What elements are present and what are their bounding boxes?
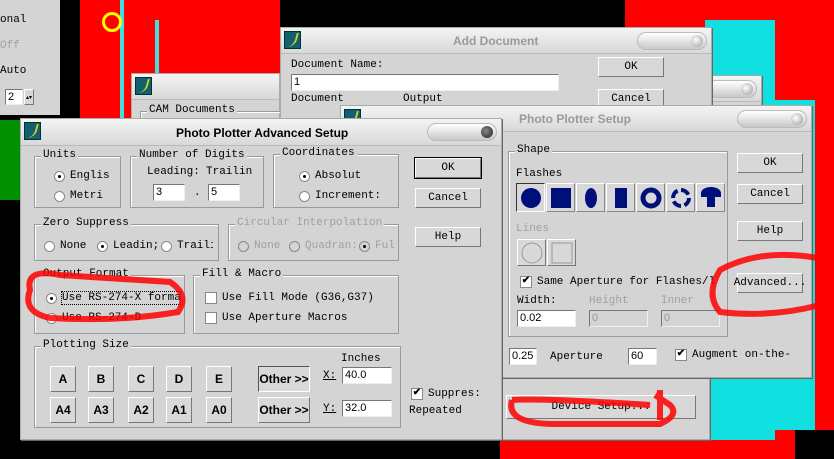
flash-square-button[interactable] — [546, 183, 575, 212]
size-a3-button[interactable]: A3 — [88, 397, 114, 423]
x-label: X: — [323, 370, 337, 382]
height-input: 0 — [589, 310, 648, 327]
width-label: Width: — [517, 295, 557, 307]
option-label: Auto — [0, 65, 27, 77]
rs274x-radio[interactable]: Use RS-274-X format — [46, 291, 181, 305]
zero-trailing-radio[interactable]: Trailii — [161, 240, 213, 252]
size-a-button[interactable]: A — [50, 366, 76, 392]
app-icon — [135, 77, 152, 95]
same-aperture-checkbox[interactable]: ✔ Same Aperture for Flashes/l — [520, 276, 715, 288]
help-button[interactable]: Help — [415, 227, 481, 247]
width-input[interactable]: 0.02 — [517, 310, 576, 327]
suppress-repeated-checkbox[interactable]: ✔ Suppres: — [411, 388, 481, 400]
advanced-setup-dialog: Photo Plotter Advanced Setup Units Engli… — [20, 118, 502, 440]
line-round-button — [517, 239, 546, 266]
cam-lower-panel: Device Setup... — [495, 375, 710, 440]
advanced-button[interactable]: Advanced... — [734, 273, 806, 293]
size-a0-button[interactable]: A0 — [206, 397, 232, 423]
spinner-buttons[interactable]: ▴▾ — [24, 89, 34, 105]
digits-separator: . — [194, 187, 201, 199]
device-setup-button[interactable]: Device Setup... — [506, 395, 696, 419]
close-button[interactable] — [737, 110, 807, 128]
height-label: Height — [589, 295, 629, 307]
digits-group: Number of Digits — [130, 149, 264, 208]
inner-input: 0 — [661, 310, 720, 327]
y-size-input[interactable]: 32.0 — [342, 400, 392, 417]
absolute-radio[interactable]: Absolut — [299, 170, 361, 182]
fill-macro-group: Fill & Macro — [193, 268, 399, 334]
inches-label: Inches — [341, 353, 381, 365]
output-label: Output — [403, 93, 443, 105]
units-metric-radio[interactable]: Metri — [54, 190, 103, 202]
units-english-radio[interactable]: Englis — [54, 170, 110, 182]
app-icon — [284, 31, 301, 49]
fill-mode-checkbox[interactable]: Use Fill Mode (G36,G37) — [205, 292, 374, 304]
dialog-title: Photo Plotter Advanced Setup — [176, 126, 349, 140]
flash-thermal-button[interactable] — [666, 183, 695, 212]
flash-oval-button[interactable] — [576, 183, 605, 212]
cancel-button[interactable]: Cancel — [737, 184, 803, 204]
aperture-macros-checkbox[interactable]: Use Aperture Macros — [205, 312, 347, 324]
flash-rectangle-button[interactable] — [606, 183, 635, 212]
help-button[interactable]: Help — [737, 221, 803, 241]
circular-quadrant-radio: Quadran: — [289, 240, 358, 252]
lines-label: Lines — [516, 223, 550, 235]
inner-label: Inner — [661, 295, 695, 307]
zero-none-radio[interactable]: None — [44, 240, 86, 252]
left-panel: onal Off Auto 2 ▴▾ — [0, 0, 60, 115]
document-name-label: Document Name: — [291, 59, 384, 71]
size-a1-button[interactable]: A1 — [166, 397, 192, 423]
ok-button[interactable]: OK — [598, 57, 664, 77]
trailing-input[interactable]: 5 — [208, 184, 240, 201]
size-e-button[interactable]: E — [206, 366, 232, 392]
ok-button[interactable]: OK — [414, 157, 482, 179]
zero-leading-radio[interactable]: Leadin; — [97, 240, 159, 252]
close-button[interactable] — [427, 123, 497, 141]
size-a4-button[interactable]: A4 — [50, 397, 76, 423]
document-name-input[interactable]: 1 — [291, 74, 559, 91]
trailing-label: Trailin — [206, 166, 253, 178]
spinner-input[interactable]: 2 — [5, 89, 23, 105]
circular-full-radio: Ful — [359, 240, 395, 252]
flash-odd-button[interactable] — [696, 183, 725, 212]
size-d-button[interactable]: D — [166, 366, 192, 392]
flashes-label: Flashes — [516, 168, 563, 180]
tolerance-input[interactable]: 0.25 — [509, 348, 537, 365]
option-label: onal — [0, 14, 27, 26]
augment-checkbox[interactable]: ✔ Augment on-the- — [675, 349, 791, 361]
size-b-button[interactable]: B — [88, 366, 114, 392]
other-size-button-2[interactable]: Other >> — [258, 397, 310, 423]
dialog-title: Add Document — [453, 34, 539, 48]
x-size-input[interactable]: 40.0 — [342, 367, 392, 384]
other-size-button-1[interactable]: Other >> — [258, 366, 310, 392]
rs274d-radio[interactable]: Use RS-274-D — [46, 312, 141, 324]
flash-round-button[interactable] — [516, 183, 545, 212]
app-icon — [24, 122, 41, 140]
flash-annular-button[interactable] — [636, 183, 665, 212]
document-type-label: Document — [291, 93, 344, 105]
option-label: Off — [0, 40, 20, 52]
leading-label: Leading: — [147, 166, 200, 178]
circular-none-radio: None — [238, 240, 280, 252]
aperture-input[interactable]: 60 — [628, 348, 657, 365]
size-c-button[interactable]: C — [128, 366, 154, 392]
leading-input[interactable]: 3 — [153, 184, 185, 201]
line-square-button — [547, 239, 576, 266]
suppress-repeated-label: Repeated — [409, 405, 462, 417]
aperture-label: Aperture — [550, 351, 603, 363]
ok-button[interactable]: OK — [737, 153, 803, 173]
cancel-button[interactable]: Cancel — [415, 188, 481, 208]
pcb-bottom — [500, 440, 630, 459]
incremental-radio[interactable]: Increment: — [299, 190, 381, 202]
close-button[interactable] — [637, 32, 707, 50]
output-format-group: Output Format — [34, 268, 185, 334]
size-a2-button[interactable]: A2 — [128, 397, 154, 423]
y-label: Y: — [323, 403, 337, 415]
dialog-title: Photo Plotter Setup — [519, 112, 631, 126]
